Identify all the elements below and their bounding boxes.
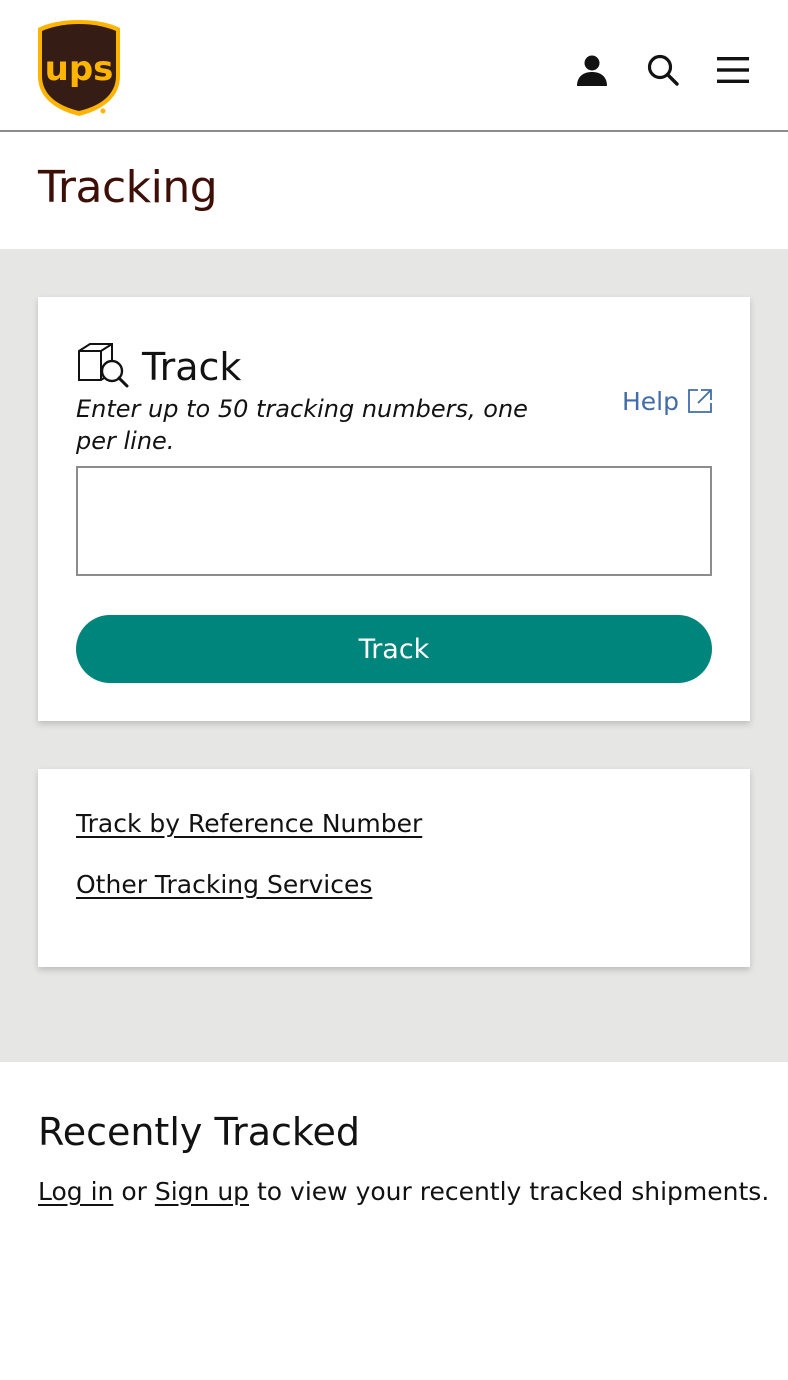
page-title-section: Tracking [0, 134, 788, 249]
external-link-icon[interactable] [686, 387, 714, 415]
recently-tracked-title: Recently Tracked [38, 1110, 361, 1154]
signup-link[interactable]: Sign up [155, 1177, 249, 1206]
menu-icon[interactable] [713, 50, 753, 90]
site-header: ups [0, 0, 788, 132]
track-heading: Track [142, 345, 242, 389]
search-icon[interactable] [643, 50, 683, 90]
tracking-numbers-input[interactable] [76, 466, 712, 576]
or-text: or [113, 1177, 155, 1206]
track-by-reference-link[interactable]: Track by Reference Number [76, 809, 422, 838]
svg-text:ups: ups [45, 49, 114, 89]
track-button[interactable]: Track [76, 615, 712, 683]
tracking-links-card: Track by Reference Number Other Tracking… [38, 769, 750, 967]
login-link[interactable]: Log in [38, 1177, 113, 1206]
tracking-instructions: Enter up to 50 tracking numbers, one per… [76, 395, 528, 455]
ups-logo[interactable]: ups [36, 18, 122, 118]
recently-tracked-suffix: to view your recently tracked shipments. [249, 1177, 770, 1206]
recently-tracked-message: Log in or Sign up to view your recently … [38, 1177, 769, 1206]
other-tracking-services-link[interactable]: Other Tracking Services [76, 870, 372, 899]
page-title: Tracking [38, 162, 218, 213]
package-search-icon [78, 343, 129, 388]
user-icon[interactable] [572, 50, 612, 90]
track-card: Track Enter up to 50 tracking numbers, o… [38, 297, 750, 721]
help-link[interactable]: Help [622, 387, 679, 416]
